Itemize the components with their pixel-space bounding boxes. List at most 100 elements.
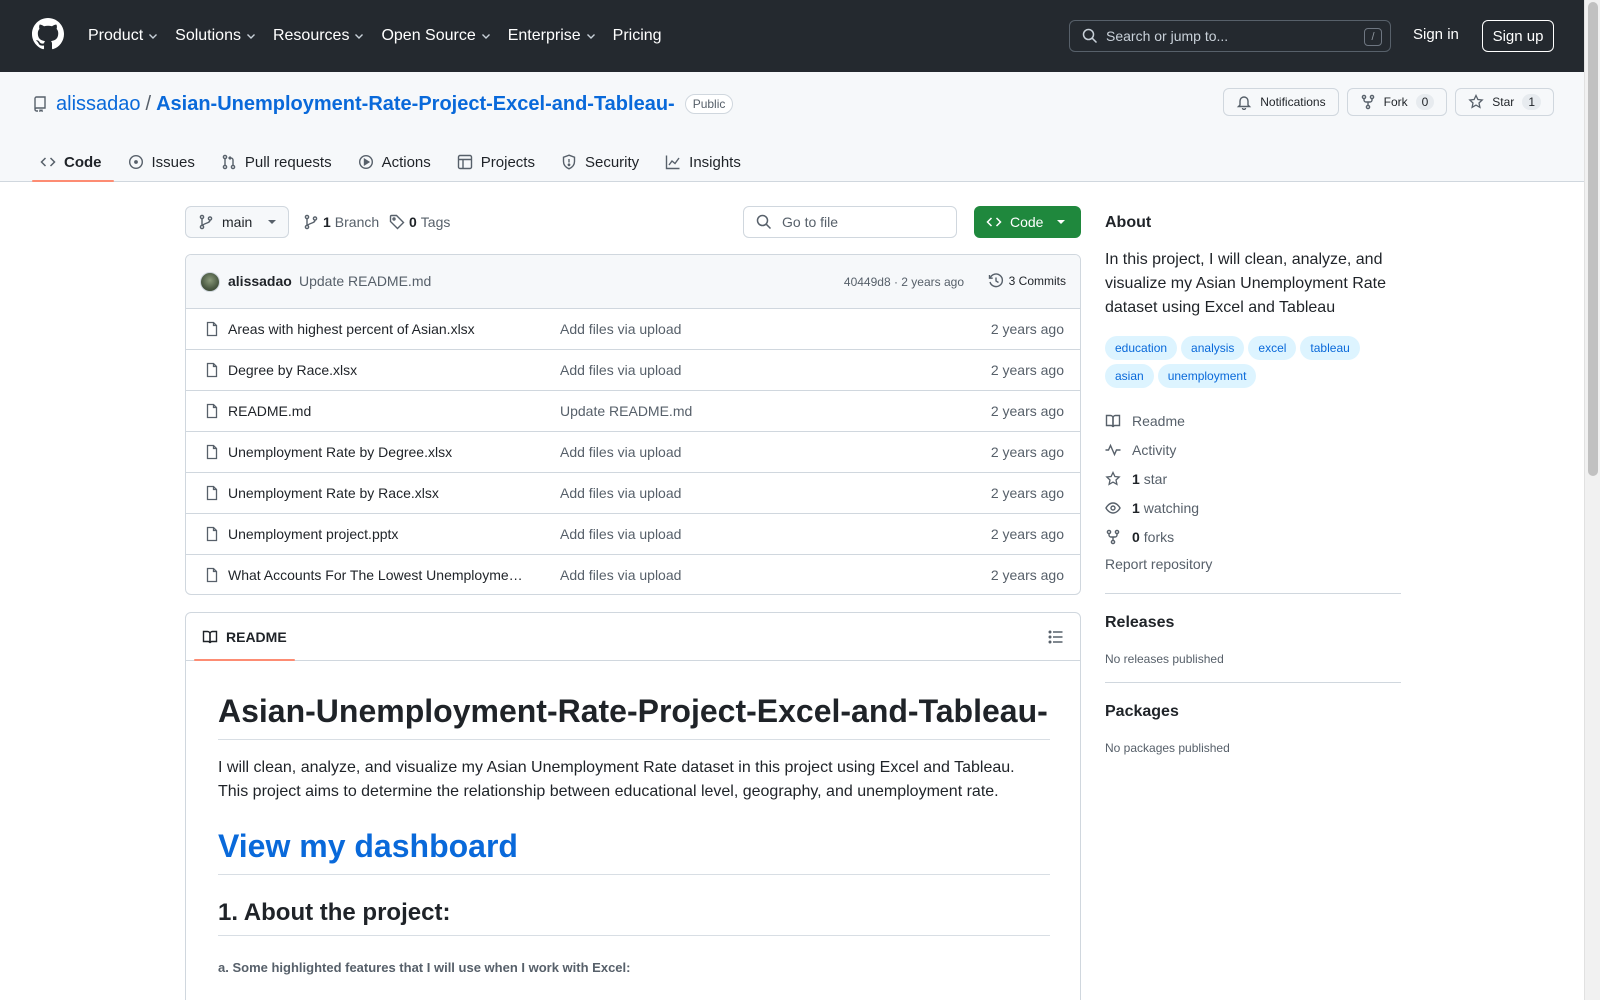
topic-tag[interactable]: excel	[1248, 336, 1297, 360]
notifications-button[interactable]: Notifications	[1223, 88, 1339, 116]
tab-security-label: Security	[584, 153, 640, 171]
activity-link[interactable]: Activity	[1105, 435, 1401, 464]
fork-count: 0	[1415, 94, 1435, 110]
readme-link[interactable]: Readme	[1105, 406, 1401, 435]
top-nav-open-source[interactable]: Open Source	[381, 20, 491, 52]
tab-pull-requests[interactable]: Pull requests	[209, 142, 344, 182]
table-row: What Accounts For The Lowest Unemployme……	[186, 555, 1080, 594]
topic-tag[interactable]: unemployment	[1157, 364, 1257, 388]
fork-icon	[1106, 529, 1120, 544]
view-dashboard-link[interactable]: View my dashboard	[218, 828, 1050, 875]
search-placeholder: Search or jump to...	[1106, 28, 1229, 44]
top-nav-resources[interactable]: Resources	[273, 20, 365, 52]
file-commit-message-link[interactable]: Add files via upload	[560, 567, 681, 583]
scrollbar-thumb[interactable]	[1588, 2, 1598, 476]
avatar[interactable]	[200, 272, 220, 292]
file-commit-message-link[interactable]: Add files via upload	[560, 526, 681, 542]
releases-heading[interactable]: Releases	[1105, 614, 1401, 632]
file-commit-message-link[interactable]: Update README.md	[560, 403, 692, 419]
notifications-label: Notifications	[1260, 95, 1326, 109]
chevron-down-icon	[355, 34, 364, 39]
commit-author-link[interactable]: alissadao	[228, 273, 292, 289]
tab-code[interactable]: Code	[32, 142, 114, 182]
top-nav-enterprise[interactable]: Enterprise	[508, 20, 597, 52]
topic-tag[interactable]: analysis	[1181, 336, 1245, 360]
code-dropdown-button[interactable]: Code	[974, 206, 1081, 238]
tags-link[interactable]: 0 Tags	[389, 206, 450, 238]
tab-insights[interactable]: Insights	[653, 142, 753, 182]
file-commit-age: 2 years ago	[990, 321, 1064, 337]
file-name-link[interactable]: Degree by Race.xlsx	[228, 362, 524, 378]
commit-hash-and-age[interactable]: 40449d8 · 2 years ago	[844, 275, 964, 289]
top-nav-pricing[interactable]: Pricing	[613, 20, 662, 52]
topic-tag[interactable]: tableau	[1300, 336, 1360, 360]
top-nav-product[interactable]: Product	[88, 20, 159, 52]
watchers-link[interactable]: 1 watching	[1105, 493, 1401, 522]
tab-code-label: Code	[64, 153, 102, 171]
divider	[1105, 593, 1401, 594]
repo-name-link[interactable]: Asian-Unemployment-Rate-Project-Excel-an…	[156, 93, 675, 116]
table-row: README.md Update README.md 2 years ago	[186, 391, 1080, 432]
file-commit-age: 2 years ago	[990, 567, 1064, 583]
releases-empty-text: No releases published	[1105, 652, 1224, 666]
file-commit-age: 2 years ago	[990, 444, 1064, 460]
file-commit-age: 2 years ago	[990, 485, 1064, 501]
topic-tag[interactable]: education	[1105, 336, 1178, 360]
sign-up-button[interactable]: Sign up	[1482, 20, 1554, 52]
watching-count: 1	[1132, 499, 1140, 516]
file-name-link[interactable]: Unemployment Rate by Race.xlsx	[228, 485, 524, 501]
file-commit-message-link[interactable]: Add files via upload	[560, 485, 681, 501]
search-shortcut-key: /	[1364, 28, 1382, 46]
commit-message-link[interactable]: Update README.md	[299, 273, 431, 289]
readme-about-heading: 1. About the project:	[218, 899, 1050, 936]
readme-tab[interactable]: README	[194, 613, 295, 661]
report-repository-link[interactable]: Report repository	[1105, 551, 1401, 577]
book-icon	[1105, 414, 1121, 427]
play-icon	[358, 154, 373, 170]
packages-empty-text: No packages published	[1105, 741, 1230, 755]
file-name-link[interactable]: What Accounts For The Lowest Unemployme…	[228, 567, 524, 583]
tab-issues[interactable]: Issues	[116, 142, 207, 182]
chevron-down-icon	[246, 34, 255, 39]
file-rows: Areas with highest percent of Asian.xlsx…	[186, 309, 1080, 594]
table-icon	[457, 154, 472, 170]
star-icon	[1105, 470, 1121, 486]
file-commit-message-link[interactable]: Add files via upload	[560, 444, 681, 460]
top-nav-solutions[interactable]: Solutions	[175, 20, 257, 52]
search-input[interactable]: Search or jump to... /	[1069, 20, 1391, 52]
file-commit-message-link[interactable]: Add files via upload	[560, 321, 681, 337]
tab-actions[interactable]: Actions	[346, 142, 443, 182]
sign-in-link[interactable]: Sign in	[1413, 26, 1459, 43]
file-name-link[interactable]: Unemployment project.pptx	[228, 526, 524, 542]
file-icon	[206, 526, 218, 542]
table-row: Unemployment Rate by Degree.xlsx Add file…	[186, 432, 1080, 473]
repo-owner-link[interactable]: alissadao	[56, 93, 141, 116]
commits-count: 3	[1008, 274, 1016, 288]
file-name-link[interactable]: Areas with highest percent of Asian.xlsx	[228, 321, 524, 337]
pull-request-icon	[222, 154, 236, 170]
tab-security[interactable]: Security	[549, 142, 651, 182]
packages-heading[interactable]: Packages	[1105, 703, 1401, 721]
file-commit-message-link[interactable]: Add files via upload	[560, 362, 681, 378]
topic-tag[interactable]: asian	[1105, 364, 1154, 388]
branch-count-label: Branch	[334, 214, 380, 230]
go-to-file-input[interactable]: Go to file	[743, 206, 957, 238]
forks-link[interactable]: 0 forks	[1105, 522, 1401, 551]
fork-button[interactable]: Fork 0	[1346, 88, 1448, 116]
file-name-link[interactable]: README.md	[228, 403, 524, 419]
about-description: In this project, I will clean, analyze, …	[1105, 251, 1387, 316]
file-name-link[interactable]: Unemployment Rate by Degree.xlsx	[228, 444, 524, 460]
tab-projects[interactable]: Projects	[445, 142, 547, 182]
branch-select-button[interactable]: main	[185, 206, 289, 238]
stars-link[interactable]: 1 star	[1105, 464, 1401, 493]
star-button[interactable]: Star 1	[1455, 88, 1554, 116]
branch-name: main	[222, 214, 253, 230]
list-unordered-icon[interactable]	[1048, 629, 1064, 645]
forks-label: forks	[1143, 528, 1175, 545]
stars-count: 1	[1132, 470, 1140, 487]
github-logo-icon[interactable]	[32, 18, 64, 50]
branches-link[interactable]: 1 Branch	[303, 206, 379, 238]
page-scrollbar[interactable]	[1584, 0, 1600, 1000]
readme-link-label: Readme	[1132, 412, 1185, 429]
commits-history-link[interactable]: 3 Commits	[988, 273, 1066, 289]
